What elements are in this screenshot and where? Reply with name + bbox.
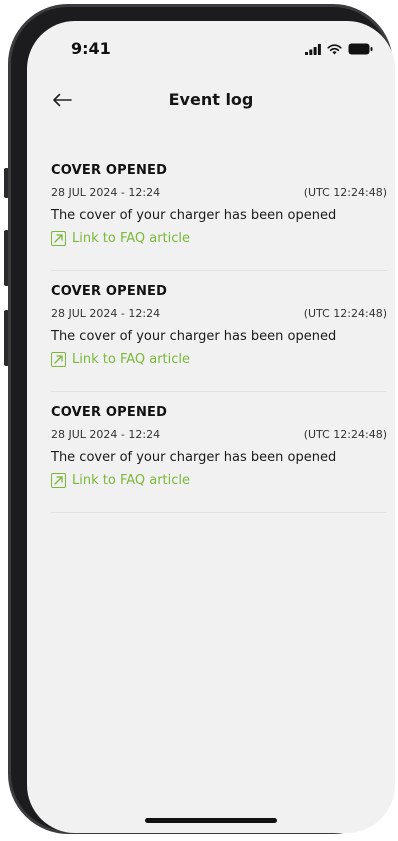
event-list: COVER OPENED 28 JUL 2024 - 12:24 (UTC 12… (51, 161, 387, 526)
status-time: 9:41 (71, 39, 111, 58)
page-title: Event log (168, 90, 254, 109)
external-link-icon (51, 352, 66, 367)
faq-link[interactable]: Link to FAQ article (51, 231, 387, 246)
event-item: COVER OPENED 28 JUL 2024 - 12:24 (UTC 12… (51, 284, 387, 392)
phone-frame: 9:41 Event log COVER OPENED 28 JUL 2024 … (8, 4, 395, 834)
event-utc-time: (UTC 12:24:48) (303, 307, 387, 320)
event-description: The cover of your charger has been opene… (51, 450, 337, 465)
external-link-icon (51, 231, 66, 246)
app-screen: 9:41 Event log COVER OPENED 28 JUL 2024 … (27, 21, 395, 833)
event-utc-time: (UTC 12:24:48) (303, 186, 387, 199)
event-date: 28 JUL 2024 - 12:24 (51, 428, 161, 441)
event-title: COVER OPENED (51, 163, 168, 178)
event-title: COVER OPENED (51, 284, 168, 299)
event-meta: 28 JUL 2024 - 12:24 (UTC 12:24:48) (51, 428, 387, 441)
faq-link[interactable]: Link to FAQ article (51, 352, 387, 367)
event-description: The cover of your charger has been opene… (51, 329, 337, 344)
event-title: COVER OPENED (51, 405, 168, 420)
cellular-signal-icon (305, 43, 321, 55)
event-utc-time: (UTC 12:24:48) (303, 428, 387, 441)
faq-link[interactable]: Link to FAQ article (51, 473, 387, 488)
external-link-icon (51, 473, 66, 488)
event-date: 28 JUL 2024 - 12:24 (51, 307, 161, 320)
status-icons (305, 43, 373, 55)
event-item: COVER OPENED 28 JUL 2024 - 12:24 (UTC 12… (51, 163, 387, 271)
event-date: 28 JUL 2024 - 12:24 (51, 186, 161, 199)
faq-link-label: Link to FAQ article (72, 473, 191, 488)
event-meta: 28 JUL 2024 - 12:24 (UTC 12:24:48) (51, 186, 387, 199)
faq-link-label: Link to FAQ article (72, 352, 191, 367)
home-indicator (145, 818, 277, 823)
faq-link-label: Link to FAQ article (72, 231, 191, 246)
wifi-icon (327, 43, 342, 54)
event-item: COVER OPENED 28 JUL 2024 - 12:24 (UTC 12… (51, 405, 387, 513)
battery-icon (348, 43, 373, 55)
device-mockup: 9:41 Event log COVER OPENED 28 JUL 2024 … (0, 0, 398, 841)
event-meta: 28 JUL 2024 - 12:24 (UTC 12:24:48) (51, 307, 387, 320)
event-description: The cover of your charger has been opene… (51, 208, 337, 223)
